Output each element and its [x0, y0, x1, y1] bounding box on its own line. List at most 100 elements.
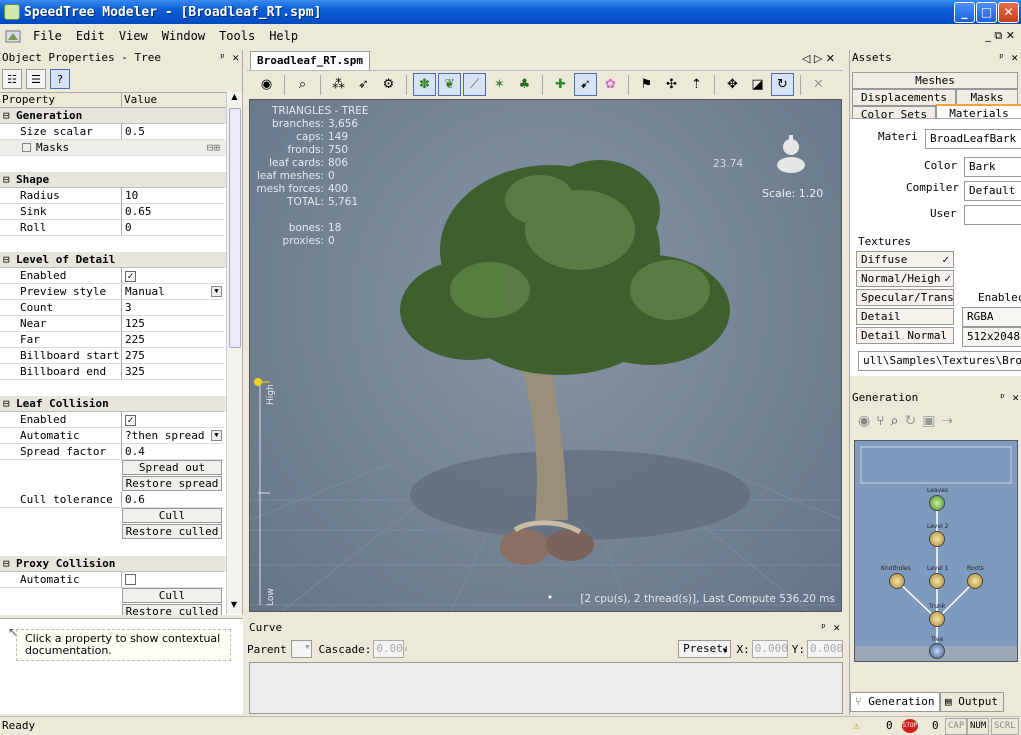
curve-canvas[interactable]	[249, 662, 843, 714]
rotate-icon[interactable]: ↻	[771, 73, 794, 96]
leaf-icon[interactable]: ✽	[413, 73, 436, 96]
scroll-up-icon[interactable]: ▲	[227, 92, 242, 106]
curve-dock-controls[interactable]: ᵖ ✕	[820, 620, 840, 636]
group-generation[interactable]: Generation	[0, 108, 226, 124]
cascade-input[interactable]: 0.00	[373, 640, 404, 658]
arrow-icon[interactable]: ➝	[941, 413, 953, 429]
menu-window[interactable]: Window	[155, 29, 212, 43]
scale-icon[interactable]: ◪	[746, 73, 769, 96]
add-icon[interactable]: ✚	[549, 73, 572, 96]
restore-spread-button[interactable]: Restore spread	[122, 476, 222, 491]
maximize-button[interactable]: □	[976, 2, 997, 23]
prop-billboard-start[interactable]: Billboard start 275	[0, 348, 226, 364]
menu-edit[interactable]: Edit	[69, 29, 112, 43]
tab-meshes[interactable]: Meshes	[852, 72, 1018, 89]
node-tree[interactable]	[929, 643, 945, 659]
preview-style-select[interactable]: Manual	[125, 285, 165, 298]
window-titlebar[interactable]: SpeedTree Modeler - [Broadleaf_RT.spm] _…	[0, 0, 1021, 24]
warning-icon[interactable]: ⚠	[853, 717, 860, 735]
prop-size-scalar[interactable]: Size scalar 0.5	[0, 124, 226, 140]
group-shape[interactable]: Shape	[0, 172, 226, 188]
prop-sink[interactable]: Sink 0.65	[0, 204, 226, 220]
pointer-icon[interactable]: ➶	[352, 73, 375, 96]
minimize-button[interactable]: _	[954, 2, 975, 23]
node-level-1[interactable]	[929, 573, 945, 589]
node-knotholes[interactable]	[889, 573, 905, 589]
menu-file[interactable]: File	[26, 29, 69, 43]
group-proxy-collision[interactable]: Proxy Collision	[0, 556, 226, 572]
texture-specular-button[interactable]: Specular/Trans.	[856, 289, 954, 306]
prop-lod-enabled[interactable]: Enabled ✓	[0, 268, 226, 284]
wind-icon[interactable]: ✣	[660, 73, 683, 96]
lc-enabled-checkbox[interactable]: ✓	[125, 415, 136, 426]
node-roots[interactable]	[967, 573, 983, 589]
prop-lc-enabled[interactable]: Enabled ✓	[0, 412, 226, 428]
tab-broadleaf[interactable]: Broadleaf_RT.spm	[250, 51, 370, 70]
node-trunk[interactable]	[929, 611, 945, 627]
prop-near[interactable]: Near 125	[0, 316, 226, 332]
prop-proxy-automatic[interactable]: Automatic	[0, 572, 226, 588]
select-nodes-icon[interactable]: ⁂	[327, 73, 350, 96]
categorized-icon[interactable]: ☷	[2, 69, 22, 89]
prop-far[interactable]: Far 225	[0, 332, 226, 348]
texture-diffuse-button[interactable]: Diffuse ✓	[856, 251, 954, 268]
menu-view[interactable]: View	[112, 29, 155, 43]
spread-out-button[interactable]: Spread out	[122, 460, 222, 475]
parent-select[interactable]: ▼	[290, 640, 313, 658]
cube-icon[interactable]: ▣	[922, 413, 935, 429]
assets-dock-controls[interactable]: ᵖ ✕	[998, 50, 1018, 66]
prop-masks[interactable]: Masks ⊟⊞	[0, 140, 226, 156]
3d-viewport[interactable]: TRIANGLES - TREE branches: 3,656 caps: 149…	[249, 99, 842, 612]
compiler-field[interactable]: Default	[964, 181, 1021, 201]
cascade-spinner-icon[interactable]: ⇕	[404, 645, 408, 653]
force-icon[interactable]: ⇡	[685, 73, 708, 96]
generation-graph[interactable]: Leaves Level 2 Knotholes Level 1 Roots T…	[854, 440, 1018, 662]
property-scrollbar[interactable]: ▲ ▼	[226, 92, 242, 614]
panel-dock-controls[interactable]: ᵖ ✕	[219, 50, 239, 66]
tab-nav-controls[interactable]: ◁ ▷ ✕	[802, 52, 835, 65]
color-set-field[interactable]: Bark	[964, 157, 1021, 177]
node-level-2[interactable]	[929, 531, 945, 547]
gear-icon[interactable]: ⚙	[377, 73, 400, 96]
branch-icon[interactable]: ⟋	[463, 73, 486, 96]
texture-path-field[interactable]: ull\Samples\Textures\Broad	[858, 351, 1021, 371]
tab-generation[interactable]: ⑂ Generation	[850, 692, 940, 712]
cull-button[interactable]: Cull	[122, 508, 222, 523]
tree-icon[interactable]: ♣	[513, 73, 536, 96]
render-sphere-icon[interactable]: ◉	[858, 413, 870, 429]
zoom-icon[interactable]: ⌕	[891, 413, 899, 429]
prop-count[interactable]: Count 3	[0, 300, 226, 316]
prop-preview-style[interactable]: Preview style Manual ▼	[0, 284, 226, 300]
y-input[interactable]: 0.000	[807, 640, 843, 658]
prop-spread-factor[interactable]: Spread factor 0.4	[0, 444, 226, 460]
texture-normal-button[interactable]: Normal/Heigh ✓	[856, 270, 954, 287]
prop-cull-tolerance[interactable]: Cull tolerance 0.6	[0, 492, 226, 508]
close-button[interactable]: ✕	[998, 2, 1019, 23]
proxy-automatic-checkbox[interactable]	[125, 574, 136, 585]
flag-icon[interactable]: ⚑	[635, 73, 658, 96]
x-input[interactable]: 0.000	[751, 640, 788, 658]
prop-automatic[interactable]: Automatic ?then spread ▼	[0, 428, 226, 444]
group-leaf-collision[interactable]: Leaf Collision	[0, 396, 226, 412]
tab-output[interactable]: ▤ Output	[940, 692, 1004, 712]
masks-expander-icon[interactable]	[22, 143, 31, 152]
render-sphere-icon[interactable]: ◉	[255, 73, 278, 96]
chevron-down-icon[interactable]: ▼	[211, 430, 222, 441]
chevron-down-icon[interactable]: ▼	[211, 286, 222, 297]
group-level-of-detail[interactable]: Level of Detail	[0, 252, 226, 268]
prop-radius[interactable]: Radius 10	[0, 188, 226, 204]
automatic-select[interactable]: ?then spread	[125, 429, 204, 442]
sparkle-icon[interactable]: ✶	[488, 73, 511, 96]
frond-icon[interactable]: ❦	[438, 73, 461, 96]
proxy-restore-culled-button[interactable]: Restore culled	[122, 604, 222, 615]
masks-add-icon[interactable]: ⊟⊞	[207, 140, 220, 155]
node-tree-icon[interactable]: ⑂	[876, 413, 884, 429]
move-icon[interactable]: ✥	[721, 73, 744, 96]
generation-dock-controls[interactable]: ᵖ ✕	[999, 390, 1019, 406]
preset-select[interactable]: Preset: ▼	[678, 640, 731, 658]
texture-detail-normal-button[interactable]: Detail Normal	[856, 327, 954, 344]
material-name-field[interactable]: BroadLeafBark	[925, 129, 1021, 149]
proxy-cull-button[interactable]: Cull	[122, 588, 222, 603]
scroll-down-icon[interactable]: ▼	[227, 600, 241, 614]
help-cursor-icon[interactable]: ?	[50, 69, 70, 89]
